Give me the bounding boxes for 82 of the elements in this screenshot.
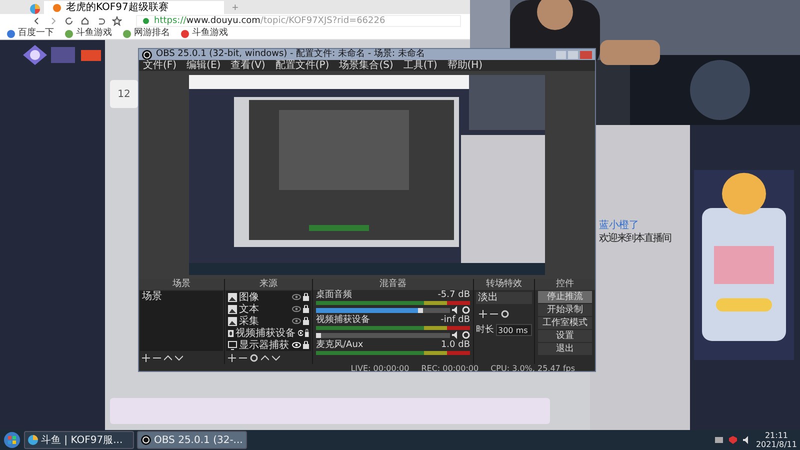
app-icon [28, 435, 38, 445]
down-icon[interactable] [272, 354, 280, 362]
taskbar-button[interactable]: 斗鱼 | KOF97服... [24, 431, 134, 449]
bookmark-icon [6, 28, 16, 38]
address-bar[interactable]: https://www.douyu.com/topic/KOF97XJS?rid=66226 [136, 15, 461, 27]
source-item[interactable]: 视频捕获设备 [226, 327, 311, 339]
add-icon[interactable] [228, 354, 236, 362]
menu-item[interactable]: 文件(F) [143, 60, 177, 71]
bookmark-icon [64, 28, 74, 38]
count-card: 12 [110, 80, 138, 108]
control-button[interactable]: 工作室模式 [538, 317, 592, 329]
settings-icon[interactable] [462, 306, 470, 314]
bookmark[interactable]: 百度一下 [6, 28, 54, 39]
source-item[interactable]: 显示器捕获 [226, 339, 311, 351]
reload-icon[interactable] [64, 16, 74, 26]
scene-item[interactable]: 场景 [140, 291, 223, 302]
image-icon [228, 316, 237, 326]
channel-name: 麦克风/Aux [316, 340, 364, 351]
up-icon[interactable] [261, 354, 269, 362]
channel-name: 桌面音频 [316, 290, 352, 301]
control-button[interactable]: 停止推流 [538, 291, 592, 303]
menu-item[interactable]: 编辑(E) [186, 60, 221, 71]
settings-icon[interactable] [462, 331, 470, 339]
volume-slider[interactable] [316, 308, 450, 312]
dock-title: 转场特效 [474, 279, 534, 290]
source-item[interactable]: 图像 [226, 291, 311, 303]
add-icon[interactable] [479, 310, 487, 318]
control-button[interactable]: 设置 [538, 330, 592, 342]
star-icon[interactable] [112, 16, 122, 26]
app-icon [141, 435, 151, 445]
settings-icon[interactable] [250, 354, 258, 362]
start-button[interactable] [3, 431, 21, 449]
settings-icon[interactable] [501, 310, 509, 318]
volume-slider[interactable] [316, 332, 450, 338]
dock-title: 来源 [225, 279, 312, 290]
duration-label: 时长 [476, 324, 494, 336]
bookmark-icon [122, 28, 132, 38]
channel-reading: 1.0 dB [440, 340, 470, 351]
add-icon[interactable] [142, 354, 150, 362]
status-text: REC: 00:00:00 [421, 364, 479, 374]
page-icon [52, 2, 62, 12]
shield-icon[interactable] [728, 435, 738, 445]
window-controls-icon[interactable] [556, 50, 592, 60]
transition-dropdown[interactable]: 淡出 [476, 292, 532, 304]
bookmark-icon [180, 28, 190, 38]
source-item[interactable]: 文本 [226, 303, 311, 315]
menu-item[interactable]: 配置文件(P) [275, 60, 330, 71]
bookmark[interactable]: 网游排名 [122, 28, 170, 39]
home-icon[interactable] [80, 16, 90, 26]
clock[interactable]: 21:11 2021/8/11 [756, 431, 797, 449]
camera-icon [228, 328, 234, 338]
image-icon [228, 304, 237, 314]
dock-title: 混音器 [313, 279, 473, 290]
tab-title: 老虎的KOF97超级联赛 [66, 2, 168, 13]
duration-field[interactable]: 300 ms [496, 324, 532, 336]
dock-title: 控件 [535, 279, 595, 290]
status-text: LIVE: 00:00:00 [350, 364, 410, 374]
control-button[interactable]: 退出 [538, 343, 592, 355]
browser-logo-icon[interactable] [30, 4, 40, 14]
channel-name: 视频捕获设备 [316, 315, 370, 326]
image-icon [228, 292, 237, 302]
bookmark[interactable]: 斗鱼游戏 [180, 28, 228, 39]
window-title: OBS 25.0.1 (32-bit, windows) - 配置文件: 未命名 - 场景: 未命名 [156, 49, 425, 60]
browser-tab[interactable]: 老虎的KOF97超级联赛 [44, 1, 224, 14]
menu-item[interactable]: 场景集合(S) [339, 60, 394, 71]
chat-message: 欢迎来到本直播间 [599, 233, 672, 244]
dock-title: 场景 [139, 279, 224, 290]
menu-item[interactable]: 帮助(H) [447, 60, 483, 71]
undo-icon[interactable] [96, 16, 106, 26]
down-icon[interactable] [175, 354, 183, 362]
source-item[interactable]: 采集 [226, 315, 311, 327]
bookmark[interactable]: 斗鱼游戏 [64, 28, 112, 39]
control-button[interactable]: 开始录制 [538, 304, 592, 316]
channel-reading: -inf dB [440, 315, 470, 326]
channel-reading: -5.7 dB [438, 290, 470, 301]
monitor-icon [228, 340, 237, 350]
menu-item[interactable]: 工具(T) [403, 60, 438, 71]
up-icon[interactable] [164, 354, 172, 362]
menu-item[interactable]: 查看(V) [230, 60, 266, 71]
taskbar-button[interactable]: OBS 25.0.1 (32-... [137, 431, 247, 449]
app-icon [142, 50, 152, 60]
status-text: CPU: 3.0%, 25.47 fps [490, 364, 575, 374]
